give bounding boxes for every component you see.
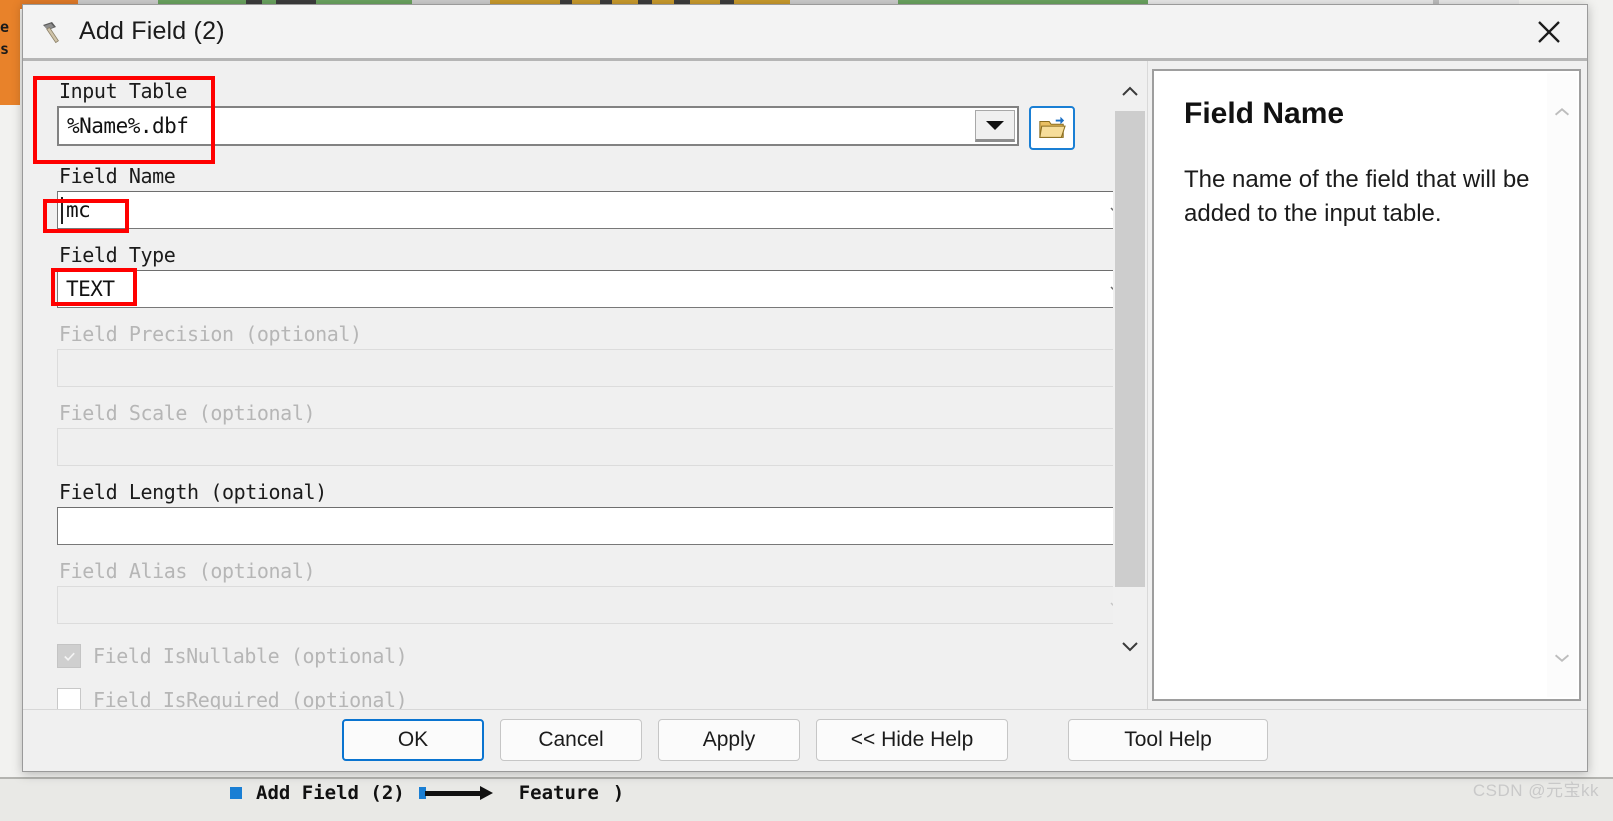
- chevron-up-icon[interactable]: [1547, 97, 1577, 127]
- model-element-row: Add Field (2) Feature ): [230, 782, 624, 804]
- chevron-down-icon[interactable]: [1113, 629, 1147, 663]
- parameter-row-field-alias: Field Alias (optional): [57, 559, 1137, 624]
- dialog-body: Input Table %Name%.dbf Field Name mc Fie…: [23, 61, 1587, 709]
- ok-button[interactable]: OK: [342, 719, 484, 761]
- input-table-value: %Name%.dbf: [67, 114, 189, 138]
- background-left-panel-text: es: [0, 18, 10, 58]
- dialog-footer: OK Cancel Apply << Hide Help Tool Help: [23, 709, 1587, 770]
- help-content: Field Name The name of the field that wi…: [1152, 69, 1581, 701]
- field-precision-input[interactable]: [57, 349, 1137, 387]
- parameter-row-field-type: Field Type TEXT: [57, 243, 1137, 308]
- field-scale-label: Field Scale (optional): [59, 401, 316, 425]
- field-length-input[interactable]: [57, 507, 1137, 545]
- parameters-scrollbar[interactable]: [1113, 67, 1147, 703]
- help-title: Field Name: [1184, 97, 1345, 130]
- field-is-nullable-label: Field IsNullable (optional): [93, 644, 408, 668]
- field-type-value: TEXT: [66, 277, 115, 301]
- tool-help-button[interactable]: Tool Help: [1068, 719, 1268, 761]
- chevron-down-icon[interactable]: [1547, 643, 1577, 673]
- chevron-up-icon[interactable]: [1113, 75, 1147, 109]
- field-name-combo[interactable]: mc: [57, 191, 1137, 229]
- hide-help-button[interactable]: << Hide Help: [816, 719, 1008, 761]
- apply-button[interactable]: Apply: [658, 719, 800, 761]
- parameter-row-field-length: Field Length (optional): [57, 480, 1137, 545]
- model-connector-arrow-icon: [418, 786, 505, 800]
- field-is-nullable-row[interactable]: Field IsNullable (optional): [57, 644, 1137, 668]
- triangle-down-icon[interactable]: [975, 110, 1015, 142]
- field-type-combo[interactable]: TEXT: [57, 270, 1137, 308]
- field-length-label: Field Length (optional): [59, 480, 327, 504]
- open-folder-icon[interactable]: [1029, 106, 1075, 150]
- field-scale-input[interactable]: [57, 428, 1137, 466]
- model-node-marker-icon: [230, 787, 242, 799]
- close-icon[interactable]: [1521, 9, 1577, 55]
- field-is-required-checkbox[interactable]: [57, 688, 81, 709]
- field-precision-label: Field Precision (optional): [59, 322, 362, 346]
- cancel-button[interactable]: Cancel: [500, 719, 642, 761]
- field-type-label: Field Type: [59, 243, 176, 267]
- field-is-nullable-checkbox[interactable]: [57, 644, 81, 668]
- input-table-combo[interactable]: %Name%.dbf: [57, 106, 1019, 146]
- field-name-label: Field Name: [59, 164, 176, 188]
- text-caret: [61, 197, 63, 224]
- add-field-dialog: Add Field (2) Input Table %Name%.dbf Fie…: [22, 4, 1588, 772]
- model-output-label: Feature: [518, 782, 599, 804]
- dialog-title: Add Field (2): [79, 17, 225, 45]
- field-alias-combo[interactable]: [57, 586, 1137, 624]
- field-alias-label: Field Alias (optional): [59, 559, 316, 583]
- parameter-row-field-scale: Field Scale (optional): [57, 401, 1137, 466]
- parameters-scrollbar-thumb[interactable]: [1115, 111, 1145, 587]
- help-pane: Field Name The name of the field that wi…: [1147, 61, 1587, 709]
- parameter-row-input-table: Input Table %Name%.dbf: [57, 79, 1137, 150]
- parameter-row-field-precision: Field Precision (optional): [57, 322, 1137, 387]
- help-scrollbar[interactable]: [1547, 73, 1577, 697]
- model-trailing-paren: ): [612, 782, 625, 804]
- model-node-label: Add Field (2): [256, 782, 405, 804]
- background-left-panel: es: [0, 0, 20, 105]
- hammer-icon: [39, 17, 69, 47]
- dialog-titlebar: Add Field (2): [23, 5, 1587, 61]
- parameters-pane: Input Table %Name%.dbf Field Name mc Fie…: [23, 61, 1147, 709]
- background-model-strip: Add Field (2) Feature ): [0, 777, 1613, 821]
- parameter-row-field-name: Field Name mc: [57, 164, 1137, 229]
- input-table-label: Input Table: [59, 79, 188, 103]
- field-is-required-row[interactable]: Field IsRequired (optional): [57, 688, 1137, 709]
- watermark: CSDN @元宝kk: [1472, 781, 1599, 800]
- help-body: The name of the field that will be added…: [1184, 166, 1530, 227]
- field-is-required-label: Field IsRequired (optional): [93, 688, 408, 709]
